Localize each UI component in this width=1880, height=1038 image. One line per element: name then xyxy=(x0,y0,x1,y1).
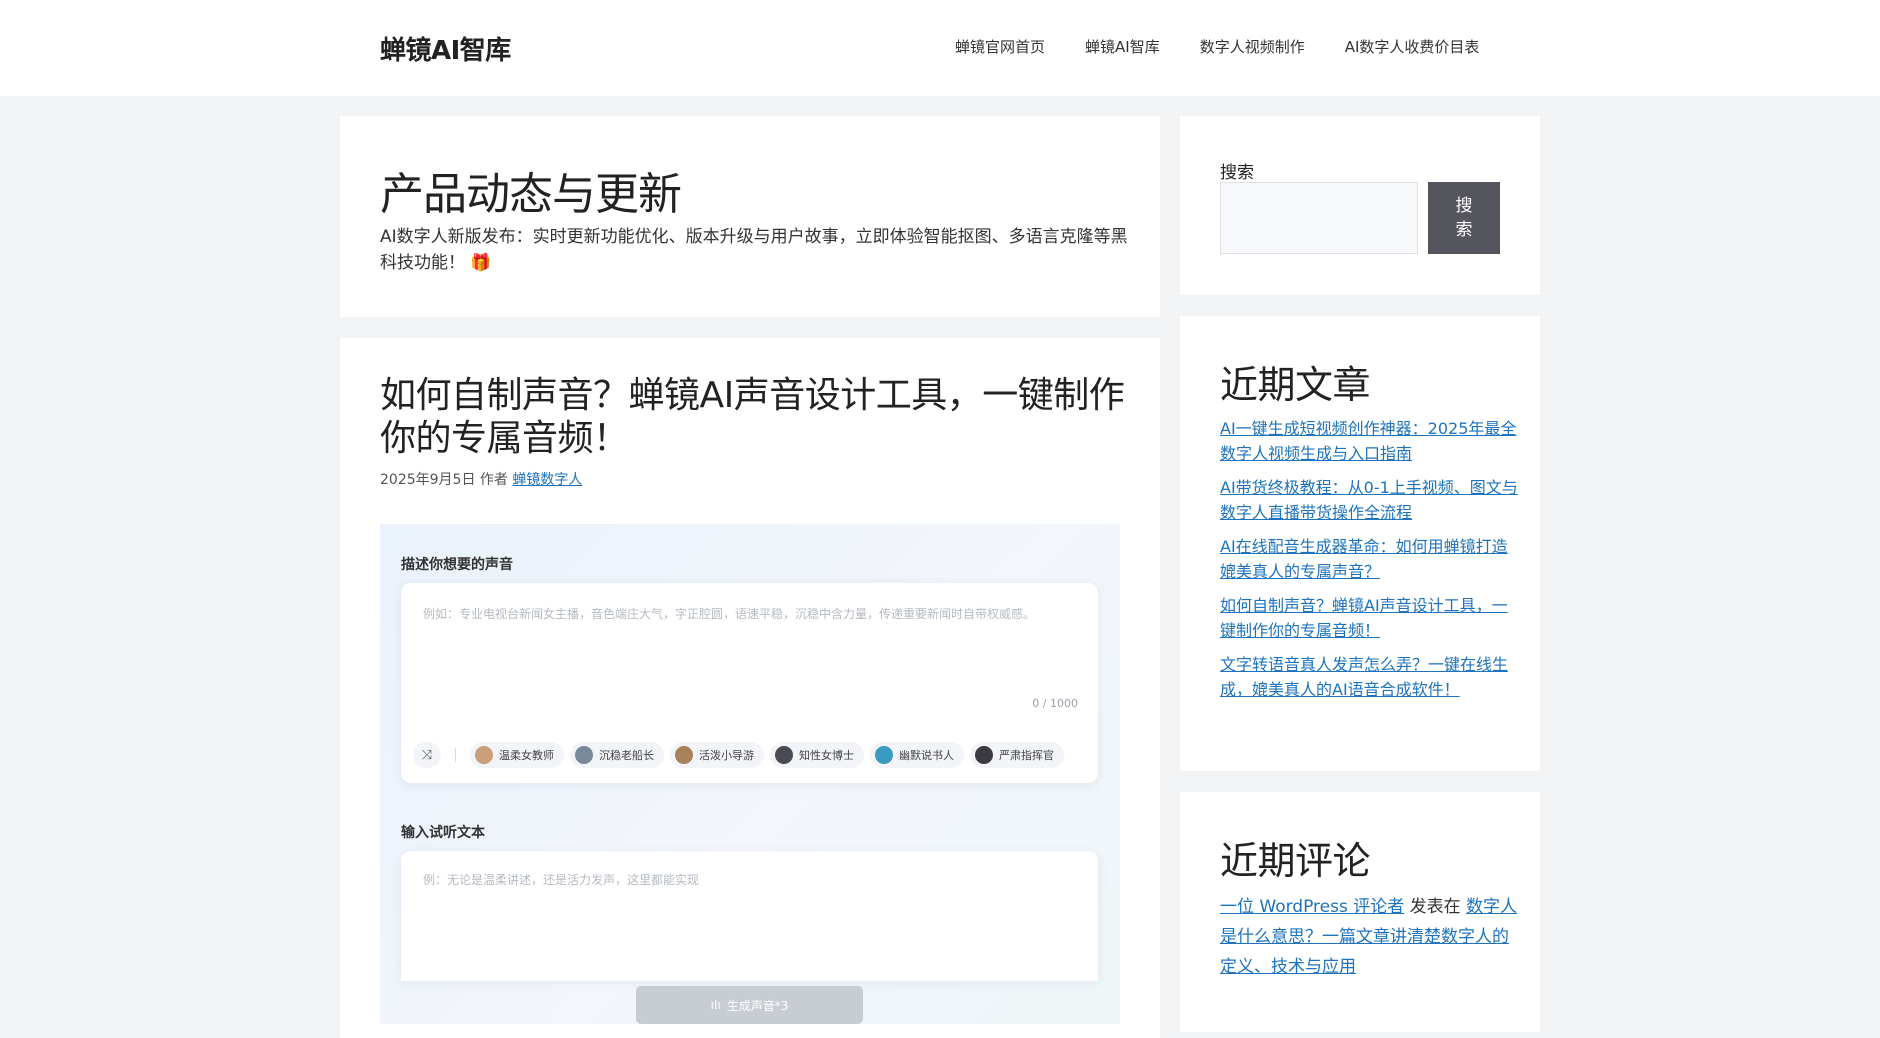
avatar xyxy=(975,746,993,764)
waveform-icon: ıIı xyxy=(710,998,721,1012)
voice-chip-label: 幽默说书人 xyxy=(899,749,954,762)
list-item: 如何自制声音？蝉镜AI声音设计工具，一键制作你的专属音频！ xyxy=(1220,593,1520,643)
avatar xyxy=(775,746,793,764)
search-label: 搜索 xyxy=(1220,163,1254,183)
avatar xyxy=(475,746,493,764)
voice-chip: 温柔女教师 xyxy=(470,742,564,768)
voice-chip: 知性女博士 xyxy=(770,742,864,768)
recent-post-link[interactable]: AI带货终极教程：从0-1上手视频、图文与数字人直播带货操作全流程 xyxy=(1220,478,1518,522)
post-by: 作者 xyxy=(479,472,508,488)
post-featured-image: 描述你想要的声音 例如：专业电视台新闻女主播，音色端庄大气，字正腔圆，语速平稳，… xyxy=(380,524,1120,1024)
voice-chip-label: 严肃指挥官 xyxy=(999,749,1054,762)
char-counter: 0 / 1000 xyxy=(1032,697,1078,710)
nav-item-home[interactable]: 蝉镜官网首页 xyxy=(955,36,1045,57)
search-button-label: 搜索 xyxy=(1455,196,1473,240)
sidebar-recent-comments: 近期评论 一位 WordPress 评论者 发表在 数字人是什么意思？一篇文章讲… xyxy=(1180,792,1540,1032)
search-input[interactable] xyxy=(1220,182,1418,254)
recent-post-link[interactable]: AI一键生成短视频创作神器：2025年最全数字人视频生成与入口指南 xyxy=(1220,419,1516,463)
voice-chip: 活泼小导游 xyxy=(670,742,764,768)
archive-header: 产品动态与更新 AI数字人新版发布：实时更新功能优化、版本升级与用户故事，立即体… xyxy=(340,116,1160,317)
voice-chip-label: 温柔女教师 xyxy=(499,749,554,762)
search-button[interactable]: 搜索 xyxy=(1428,182,1500,254)
generate-voice-label: 生成声音*3 xyxy=(726,998,789,1013)
voice-chip-label: 活泼小导游 xyxy=(699,749,754,762)
recent-posts-list: AI一键生成短视频创作神器：2025年最全数字人视频生成与入口指南 AI带货终极… xyxy=(1220,416,1520,711)
voice-chip: 沉稳老船长 xyxy=(570,742,664,768)
list-item: AI带货终极教程：从0-1上手视频、图文与数字人直播带货操作全流程 xyxy=(1220,475,1520,525)
recent-posts-title: 近期文章 xyxy=(1220,363,1371,407)
preview-text-placeholder: 例：无论是温柔讲述，还是活力发声，这里都能实现 xyxy=(423,873,700,887)
shuffle-icon: ⤨ xyxy=(413,742,441,768)
avatar xyxy=(875,746,893,764)
post-author-link[interactable]: 蝉镜数字人 xyxy=(512,472,582,488)
list-item: AI一键生成短视频创作神器：2025年最全数字人视频生成与入口指南 xyxy=(1220,416,1520,466)
main-nav: 蝉镜官网首页 蝉镜AI智库 数字人视频制作 AI数字人收费价目表 xyxy=(955,36,1479,57)
archive-description-text: AI数字人新版发布：实时更新功能优化、版本升级与用户故事，立即体验智能抠图、多语… xyxy=(380,227,1128,273)
archive-title: 产品动态与更新 xyxy=(380,169,682,220)
nav-item-pricing[interactable]: AI数字人收费价目表 xyxy=(1345,36,1480,57)
nav-item-video[interactable]: 数字人视频制作 xyxy=(1200,36,1305,57)
recent-post-link[interactable]: 文字转语音真人发声怎么弄？一键在线生成，媲美真人的AI语音合成软件！ xyxy=(1220,655,1508,699)
generate-voice-button: ıIı 生成声音*3 xyxy=(636,986,863,1024)
recent-comment: 一位 WordPress 评论者 发表在 数字人是什么意思？一篇文章讲清楚数字人… xyxy=(1220,892,1520,982)
site-logo[interactable]: 蝉镜AI智库 xyxy=(380,30,511,67)
comment-on-text: 发表在 xyxy=(1409,897,1461,917)
preview-text-label: 输入试听文本 xyxy=(401,825,485,841)
voice-chip: 幽默说书人 xyxy=(870,742,964,768)
voice-chip: 严肃指挥官 xyxy=(970,742,1064,768)
nav-item-library[interactable]: 蝉镜AI智库 xyxy=(1085,36,1160,57)
post-date: 2025年9月5日 xyxy=(380,472,476,488)
list-item: 文字转语音真人发声怎么弄？一键在线生成，媲美真人的AI语音合成软件！ xyxy=(1220,652,1520,702)
sidebar-search: 搜索 搜索 xyxy=(1180,116,1540,295)
post-title[interactable]: 如何自制声音？蝉镜AI声音设计工具，一键制作你的专属音频！ xyxy=(380,374,1140,460)
list-item: AI在线配音生成器革命：如何用蝉镜打造媲美真人的专属声音？ xyxy=(1220,534,1520,584)
gift-emoji: 🎁 xyxy=(470,253,492,273)
voice-presets: ⤨ 温柔女教师 沉稳老船长 活泼小导游 知性女博士 幽默说书人 严肃指挥官 xyxy=(413,742,1064,768)
sidebar-recent-posts: 近期文章 AI一键生成短视频创作神器：2025年最全数字人视频生成与入口指南 A… xyxy=(1180,316,1540,771)
post-meta: 2025年9月5日 作者 蝉镜数字人 xyxy=(380,469,582,489)
archive-description: AI数字人新版发布：实时更新功能优化、版本升级与用户故事，立即体验智能抠图、多语… xyxy=(380,224,1140,276)
comment-author-link[interactable]: 一位 WordPress 评论者 xyxy=(1220,897,1404,917)
divider xyxy=(455,748,456,762)
post-card: 如何自制声音？蝉镜AI声音设计工具，一键制作你的专属音频！ 2025年9月5日 … xyxy=(340,338,1160,1038)
describe-voice-panel: 例如：专业电视台新闻女主播，音色端庄大气，字正腔圆，语速平稳，沉稳中含力量，传递… xyxy=(401,583,1098,783)
site-header: 蝉镜AI智库 蝉镜官网首页 蝉镜AI智库 数字人视频制作 AI数字人收费价目表 xyxy=(0,0,1880,96)
avatar xyxy=(575,746,593,764)
voice-chip-label: 知性女博士 xyxy=(799,749,854,762)
avatar xyxy=(675,746,693,764)
preview-text-panel: 例：无论是温柔讲述，还是活力发声，这里都能实现 xyxy=(401,851,1098,981)
describe-voice-label: 描述你想要的声音 xyxy=(401,557,513,573)
recent-post-link[interactable]: AI在线配音生成器革命：如何用蝉镜打造媲美真人的专属声音？ xyxy=(1220,537,1508,581)
recent-post-link[interactable]: 如何自制声音？蝉镜AI声音设计工具，一键制作你的专属音频！ xyxy=(1220,596,1508,640)
recent-comments-title: 近期评论 xyxy=(1220,839,1371,883)
voice-chip-label: 沉稳老船长 xyxy=(599,749,654,762)
describe-voice-placeholder: 例如：专业电视台新闻女主播，音色端庄大气，字正腔圆，语速平稳，沉稳中含力量，传递… xyxy=(423,607,1036,621)
